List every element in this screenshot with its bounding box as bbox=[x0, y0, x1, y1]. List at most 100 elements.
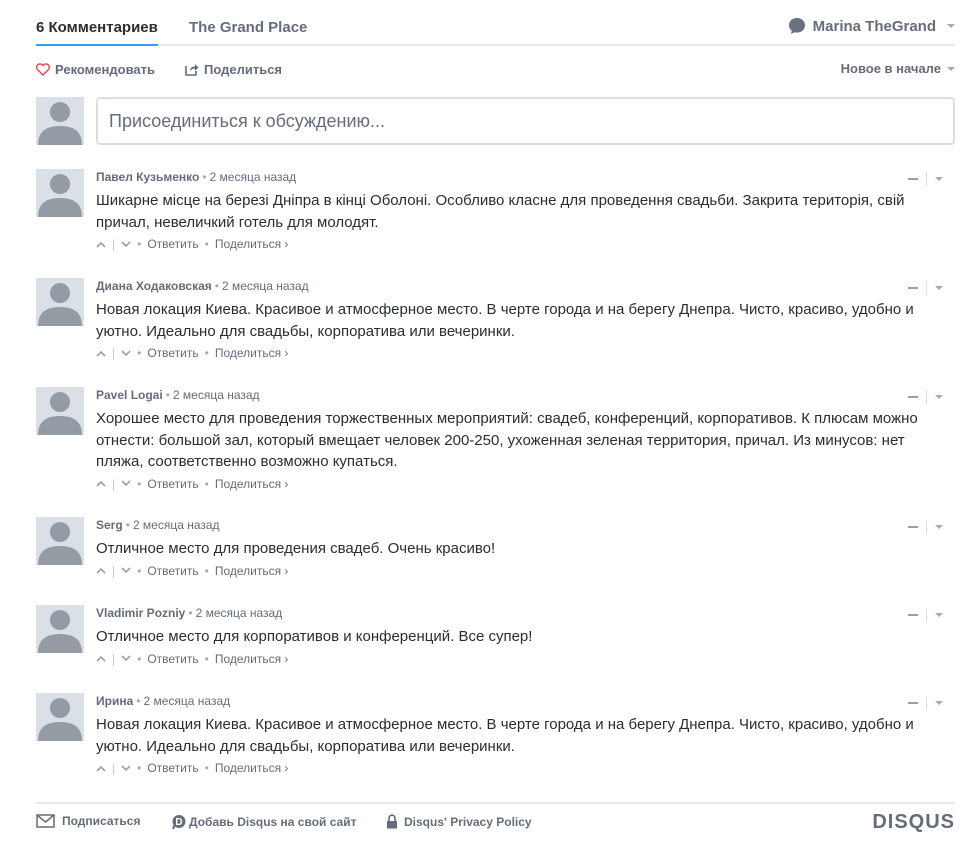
chevron-down-icon[interactable] bbox=[935, 613, 943, 617]
chevron-down-icon bbox=[121, 349, 131, 356]
comment-controls bbox=[908, 608, 943, 622]
comment-time[interactable]: 2 месяца назад bbox=[196, 606, 283, 620]
chevron-down-icon bbox=[121, 480, 131, 487]
comment-text: Шикарне місце на березі Дніпра в кінці О… bbox=[96, 192, 905, 231]
comment-time[interactable]: 2 месяца назад bbox=[210, 170, 297, 184]
avatar bbox=[36, 97, 84, 145]
upvote-button[interactable] bbox=[96, 241, 106, 248]
tab-comments-count[interactable]: 6 Комментариев bbox=[36, 19, 158, 46]
meta-dot: • bbox=[165, 388, 170, 402]
comment-input[interactable]: Присоединиться к обсуждению... bbox=[96, 97, 955, 145]
comment-author[interactable]: Ирина bbox=[96, 694, 133, 708]
comment-time[interactable]: 2 месяца назад bbox=[143, 694, 230, 708]
comment-author[interactable]: Павел Кузьменко bbox=[96, 170, 199, 184]
disqus-logo[interactable]: DISQUS bbox=[872, 811, 955, 834]
comment-body: Pavel Logai • 2 месяца назад Хорошее место… bbox=[96, 387, 955, 493]
avatar[interactable] bbox=[36, 387, 84, 435]
comment-author[interactable]: Serg bbox=[96, 518, 123, 532]
envelope-icon bbox=[36, 814, 55, 828]
subscribe-link[interactable]: Подписаться bbox=[36, 814, 140, 828]
comment-text: Хорошее место для проведения торжественн… bbox=[96, 410, 918, 470]
share-link[interactable]: Поделиться › bbox=[215, 477, 289, 491]
chevron-down-icon[interactable] bbox=[935, 525, 943, 529]
chevron-down-icon[interactable] bbox=[935, 395, 943, 399]
collapse-button[interactable] bbox=[908, 526, 918, 528]
avatar[interactable] bbox=[36, 693, 84, 741]
chevron-up-icon bbox=[96, 765, 106, 772]
action-dot: • bbox=[204, 563, 209, 578]
share-button[interactable]: Поделиться bbox=[185, 62, 282, 77]
avatar[interactable] bbox=[36, 605, 84, 653]
downvote-button[interactable] bbox=[121, 480, 131, 487]
meta-dot: • bbox=[136, 694, 141, 708]
share-link[interactable]: Поделиться › bbox=[215, 564, 289, 578]
reply-link[interactable]: Ответить bbox=[147, 477, 198, 491]
comment-controls bbox=[908, 696, 943, 710]
comment-body: Диана Ходаковская • 2 месяца назад Новая л… bbox=[96, 278, 955, 362]
chevron-down-icon bbox=[947, 66, 955, 71]
privacy-link[interactable]: Disqus' Privacy Policy bbox=[386, 814, 532, 829]
user-bubble-icon bbox=[788, 18, 805, 34]
upvote-button[interactable] bbox=[96, 765, 106, 772]
comment-time[interactable]: 2 месяца назад bbox=[222, 279, 309, 293]
upvote-button[interactable] bbox=[96, 480, 106, 487]
upvote-button[interactable] bbox=[96, 350, 106, 357]
collapse-button[interactable] bbox=[908, 396, 918, 398]
avatar[interactable] bbox=[36, 278, 84, 326]
chevron-down-icon[interactable] bbox=[935, 286, 943, 290]
action-dot: • bbox=[204, 346, 209, 360]
comment-body: Serg • 2 месяца назад Отличное место для п… bbox=[96, 517, 955, 580]
comment-time[interactable]: 2 месяца назад bbox=[133, 518, 220, 532]
comment-body: Павел Кузьменко • 2 месяца назад Шикарне м… bbox=[96, 169, 955, 253]
comment-author[interactable]: Vladimir Pozniy bbox=[96, 606, 185, 620]
action-dot: • bbox=[137, 651, 142, 666]
avatar[interactable] bbox=[36, 169, 84, 217]
chevron-down-icon[interactable] bbox=[935, 701, 943, 705]
reply-link[interactable]: Ответить bbox=[147, 564, 198, 578]
reply-link[interactable]: Ответить bbox=[147, 237, 198, 251]
control-divider bbox=[926, 520, 927, 534]
share-link[interactable]: Поделиться › bbox=[215, 237, 289, 251]
comment-controls bbox=[908, 520, 943, 534]
reply-link[interactable]: Ответить bbox=[147, 761, 198, 775]
comment-meta: Павел Кузьменко • 2 месяца назад bbox=[96, 169, 955, 185]
comment-text: Новая локация Киева. Красивое и атмосфер… bbox=[96, 301, 914, 340]
share-link[interactable]: Поделиться › bbox=[215, 346, 289, 360]
action-dot: • bbox=[204, 761, 209, 775]
upvote-button[interactable] bbox=[96, 567, 106, 574]
collapse-button[interactable] bbox=[908, 287, 918, 289]
downvote-button[interactable] bbox=[121, 567, 131, 574]
reply-link[interactable]: Ответить bbox=[147, 652, 198, 666]
comment-author[interactable]: Диана Ходаковская bbox=[96, 279, 212, 293]
action-dot: • bbox=[204, 476, 209, 491]
comment-author[interactable]: Pavel Logai bbox=[96, 388, 163, 402]
downvote-button[interactable] bbox=[121, 764, 131, 772]
recommend-label: Рекомендовать bbox=[55, 62, 155, 77]
action-dot: • bbox=[137, 237, 142, 251]
collapse-button[interactable] bbox=[908, 614, 918, 616]
chevron-down-icon bbox=[121, 655, 131, 662]
recommend-button[interactable]: Рекомендовать bbox=[36, 62, 155, 77]
upvote-button[interactable] bbox=[96, 655, 106, 662]
comment-time[interactable]: 2 месяца назад bbox=[173, 388, 260, 402]
comment-text: Отличное место для корпоративов и конфер… bbox=[96, 628, 533, 645]
comment-controls bbox=[908, 172, 943, 186]
collapse-button[interactable] bbox=[908, 178, 918, 180]
comment-actions: | • Ответить • Поделиться › bbox=[96, 562, 955, 580]
tab-community[interactable]: The Grand Place bbox=[189, 19, 307, 36]
sort-dropdown[interactable]: Новое в начале bbox=[841, 61, 955, 76]
add-disqus-link[interactable]: D Добавь Disqus на свой сайт bbox=[172, 814, 356, 830]
reply-link[interactable]: Ответить bbox=[147, 346, 198, 360]
vote-divider: | bbox=[112, 237, 116, 251]
chevron-up-icon bbox=[96, 350, 106, 357]
chevron-down-icon[interactable] bbox=[935, 177, 943, 181]
downvote-button[interactable] bbox=[121, 655, 131, 662]
share-link[interactable]: Поделиться › bbox=[215, 761, 289, 775]
downvote-button[interactable] bbox=[121, 240, 131, 248]
share-link[interactable]: Поделиться › bbox=[215, 652, 289, 666]
avatar[interactable] bbox=[36, 517, 84, 565]
downvote-button[interactable] bbox=[121, 349, 131, 357]
collapse-button[interactable] bbox=[908, 702, 918, 704]
user-menu[interactable]: Marina TheGrand bbox=[788, 17, 955, 35]
vote-divider: | bbox=[112, 346, 116, 360]
